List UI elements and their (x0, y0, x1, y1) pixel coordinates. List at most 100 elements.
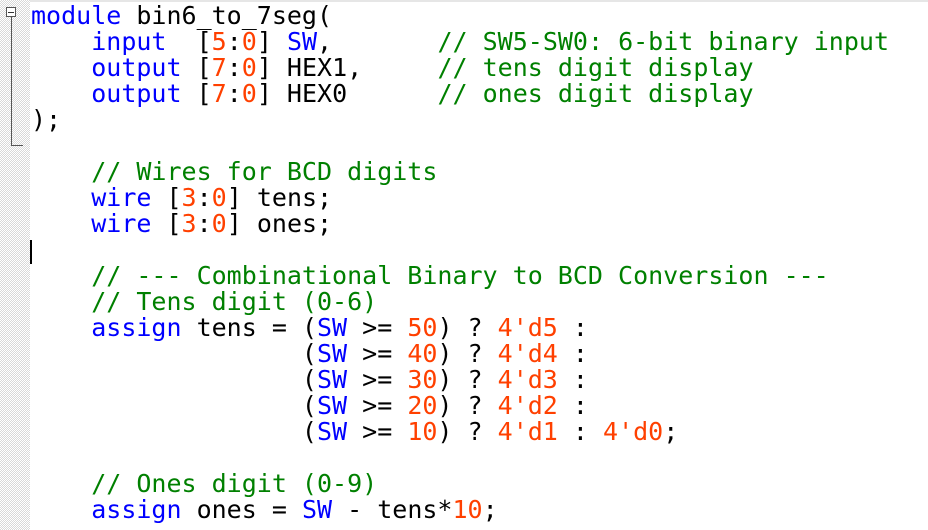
code-text: : (557, 391, 588, 420)
code-text: : (557, 417, 604, 446)
code-text: >= (347, 339, 408, 368)
code-line: (SW >= 40) ? 4'd4 : (31, 341, 889, 367)
code-number: 20 (407, 391, 438, 420)
code-comment: // Tens digit (0-6) (91, 287, 378, 316)
code-text: : (226, 27, 242, 56)
code-text: - tens* (332, 495, 453, 524)
code-number: 4'd2 (497, 391, 558, 420)
code-keyword: SW (316, 391, 348, 420)
code-text: ) ? (437, 339, 498, 368)
code-text: , (317, 27, 438, 56)
code-line: input [5:0] SW, // SW5-SW0: 6-bit binary… (31, 29, 889, 55)
code-text: ( (31, 339, 317, 368)
code-text: >= (347, 391, 408, 420)
code-text: ; (482, 495, 498, 524)
code-keyword: assign (91, 495, 182, 524)
code-text: [ (181, 53, 212, 82)
code-text: tens = ( (181, 313, 317, 342)
code-line: // Ones digit (0-9) (31, 471, 889, 497)
code-text: [ (151, 209, 182, 238)
code-line: assign tens = (SW >= 50) ? 4'd5 : (31, 315, 889, 341)
code-line: assign ones = SW - tens*10; (31, 497, 889, 523)
code-keyword: SW (286, 27, 318, 56)
code-comment: // Ones digit (0-9) (91, 469, 378, 498)
code-text: : (226, 53, 242, 82)
code-text: bin6_to_7seg( (121, 1, 333, 30)
code-keyword: SW (316, 339, 348, 368)
code-text: ] (256, 27, 287, 56)
code-text: : (557, 313, 588, 342)
code-text: : (226, 79, 242, 108)
code-text: ] tens; (226, 183, 333, 212)
code-text: : (557, 339, 588, 368)
code-number: 4'd0 (603, 417, 664, 446)
code-keyword: input (91, 27, 167, 56)
code-line: // Wires for BCD digits (31, 159, 889, 185)
code-keyword: output (91, 53, 182, 82)
code-number: 30 (407, 365, 438, 394)
code-number: 0 (211, 209, 227, 238)
code-keyword: SW (316, 365, 348, 394)
code-line: module bin6_to_7seg( (31, 3, 889, 29)
code-text: ( (31, 391, 317, 420)
code-comment: // --- Combinational Binary to BCD Conve… (91, 261, 829, 290)
code-number: 4'd1 (497, 417, 558, 446)
code-text: ( (31, 417, 317, 446)
code-text: : (557, 365, 588, 394)
code-line: output [7:0] HEX0 // ones digit display (31, 81, 889, 107)
fold-region-end (11, 145, 23, 146)
code-line: wire [3:0] ones; (31, 211, 889, 237)
code-number: 7 (211, 79, 227, 108)
code-text: ) ? (437, 417, 498, 446)
code-line: ); (31, 107, 889, 133)
code-text: >= (347, 417, 408, 446)
code-text: ) ? (437, 313, 498, 342)
code-text: >= (347, 313, 408, 342)
code-keyword: wire (91, 183, 152, 212)
code-number: 10 (407, 417, 438, 446)
code-number: 50 (407, 313, 438, 342)
code-number: 3 (181, 183, 197, 212)
code-line: (SW >= 30) ? 4'd3 : (31, 367, 889, 393)
code-text: [ (166, 27, 212, 56)
code-comment: // tens digit display (437, 53, 754, 82)
code-number: 4'd4 (497, 339, 558, 368)
code-text: [ (181, 79, 212, 108)
code-text: ] ones; (226, 209, 333, 238)
code-number: 0 (241, 27, 257, 56)
code-keyword: SW (316, 417, 348, 446)
code-text: [ (151, 183, 182, 212)
code-line: output [7:0] HEX1, // tens digit display (31, 55, 889, 81)
code-line: // Tens digit (0-6) (31, 289, 889, 315)
code-number: 10 (452, 495, 483, 524)
code-number: 0 (211, 183, 227, 212)
code-keyword: assign (91, 313, 182, 342)
code-line: (SW >= 10) ? 4'd1 : 4'd0; (31, 419, 889, 445)
code-comment: // SW5-SW0: 6-bit binary input (437, 27, 890, 56)
code-keyword: SW (301, 495, 333, 524)
code-text: ); (31, 105, 62, 134)
code-text: >= (347, 365, 408, 394)
code-text: ] HEX1, (256, 53, 438, 82)
code-text: ] HEX0 (256, 79, 438, 108)
code-comment: // Wires for BCD digits (91, 157, 438, 186)
fold-collapse-icon[interactable] (6, 7, 16, 17)
code-line: // --- Combinational Binary to BCD Conve… (31, 263, 889, 289)
code-number: 0 (241, 79, 257, 108)
code-number: 3 (181, 209, 197, 238)
code-text: ones = (181, 495, 302, 524)
code-line: wire [3:0] tens; (31, 185, 889, 211)
code-text: ) ? (437, 391, 498, 420)
code-text: ( (31, 365, 317, 394)
code-keyword: SW (317, 313, 348, 342)
code-keyword: module (31, 1, 122, 30)
code-editor[interactable]: module bin6_to_7seg( input [5:0] SW, // … (31, 3, 889, 523)
